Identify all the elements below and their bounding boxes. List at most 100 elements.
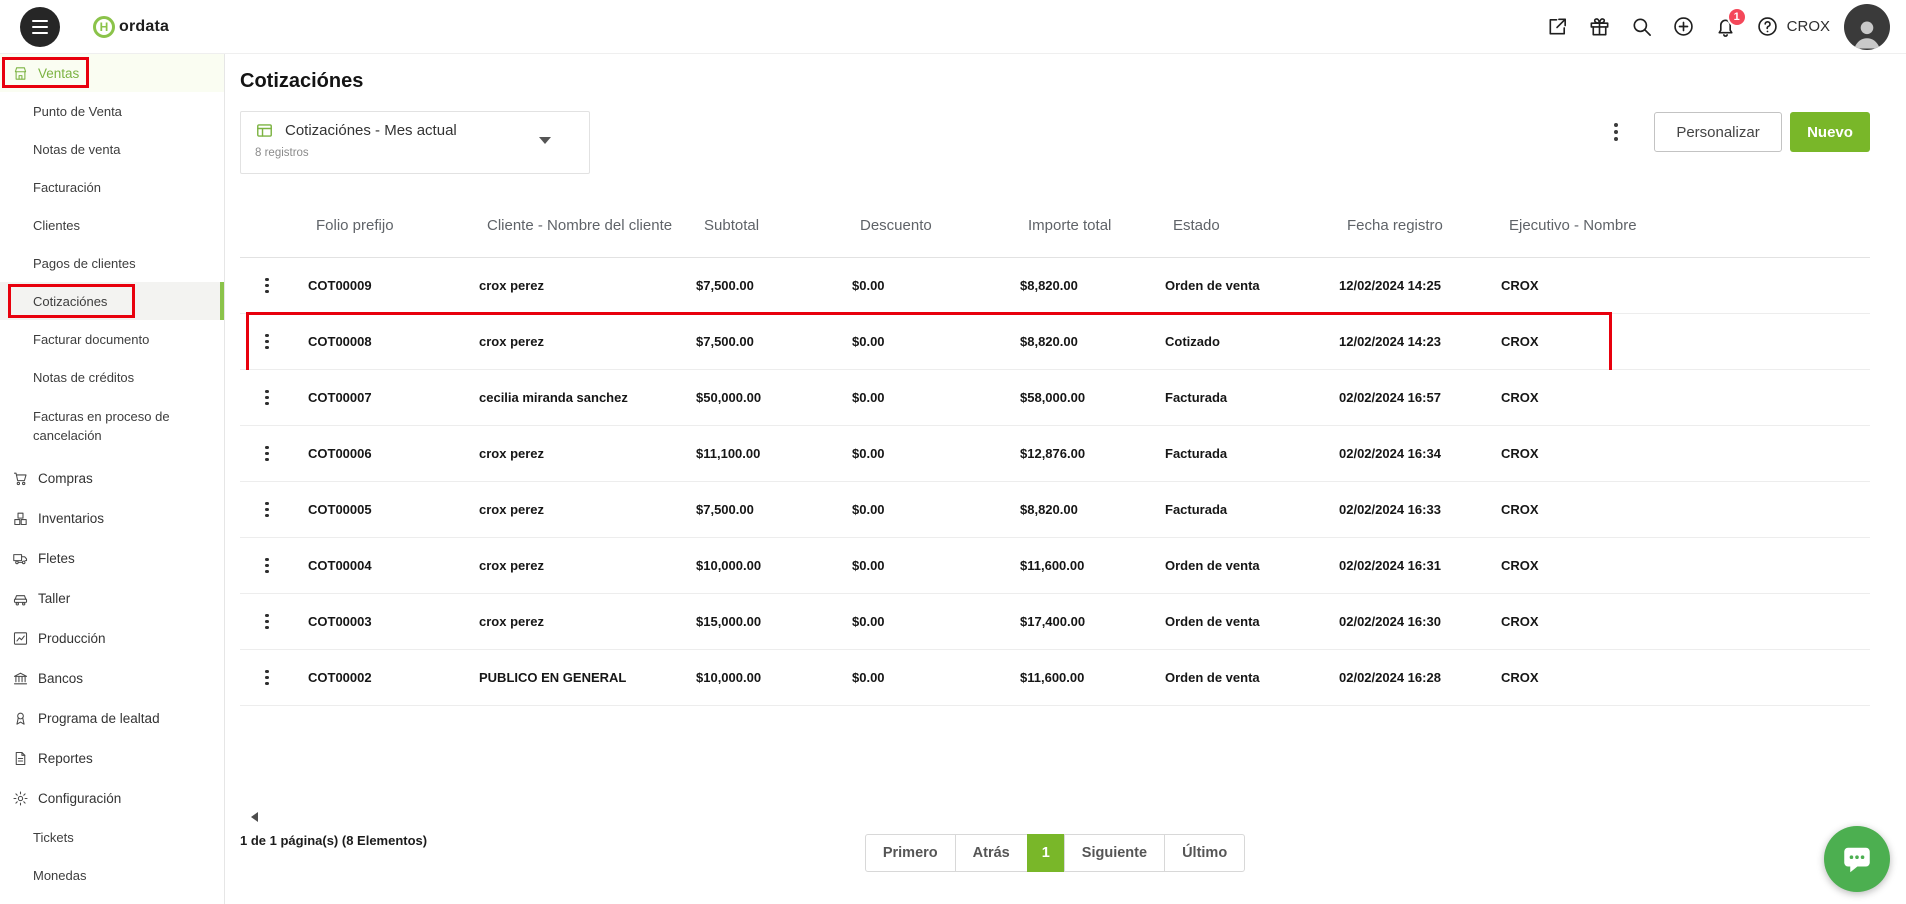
table-row-cot00007[interactable]: COT00007cecilia miranda sanchez$50,000.0… xyxy=(240,370,1870,426)
cell-estado: Orden de venta xyxy=(1163,278,1337,293)
records-count: 8 registros xyxy=(255,147,575,159)
view-selector-row: Cotizaciónes - Mes actual xyxy=(255,121,575,140)
chat-button[interactable] xyxy=(1824,826,1890,892)
sidebar-item-monedas[interactable]: Monedas xyxy=(0,856,224,894)
row-menu-button[interactable] xyxy=(256,495,278,525)
personalizar-button[interactable]: Personalizar xyxy=(1654,112,1782,152)
table-row-cot00008[interactable]: COT00008crox perez$7,500.00$0.00$8,820.0… xyxy=(240,314,1870,370)
sidebar-item-notas-de-venta[interactable]: Notas de venta xyxy=(0,130,224,168)
notifications-button[interactable]: 1 xyxy=(1714,15,1737,38)
row-menu-button[interactable] xyxy=(256,663,278,693)
cell-importe: $58,000.00 xyxy=(1018,390,1163,405)
search-button[interactable] xyxy=(1630,15,1653,38)
column-header-cliente[interactable]: Cliente - Nombre del cliente xyxy=(477,216,694,236)
cell-importe: $8,820.00 xyxy=(1018,502,1163,517)
sidebar-item-cotizaciones[interactable]: Cotizaciónes xyxy=(0,282,224,320)
cell-estado: Facturada xyxy=(1163,390,1337,405)
topbar: H ordata 1 CROX xyxy=(0,0,1906,54)
cell-cliente: crox perez xyxy=(477,334,694,349)
cell-ejecutivo: CROX xyxy=(1499,670,1870,685)
cell-cliente: crox perez xyxy=(477,446,694,461)
column-header-ejecutivo[interactable]: Ejecutivo - Nombre xyxy=(1499,216,1870,236)
row-menu-button[interactable] xyxy=(256,439,278,469)
sidebar-item-punto-de-venta[interactable]: Punto de Venta xyxy=(0,92,224,130)
sidebar-item-inventarios[interactable]: Inventarios xyxy=(0,498,224,538)
gift-button[interactable] xyxy=(1588,15,1611,38)
sidebar-item-taller[interactable]: Taller xyxy=(0,578,224,618)
caret-down-icon xyxy=(539,137,551,150)
table-row-cot00002[interactable]: COT00002PUBLICO EN GENERAL$10,000.00$0.0… xyxy=(240,650,1870,706)
sidebar-item-label: Bancos xyxy=(38,671,198,686)
page-button-primero[interactable]: Primero xyxy=(865,834,956,872)
help-button[interactable] xyxy=(1756,15,1779,38)
pagination: PrimeroAtrás1SiguienteÚltimo xyxy=(240,834,1870,872)
sidebar-item-ventas[interactable]: Ventas xyxy=(0,54,224,92)
external-link-button[interactable] xyxy=(1546,15,1569,38)
cell-fecha: 02/02/2024 16:33 xyxy=(1337,502,1499,517)
bank-icon xyxy=(12,670,29,687)
column-header-subtotal[interactable]: Subtotal xyxy=(694,216,850,236)
page-button-ultimo[interactable]: Último xyxy=(1164,834,1245,872)
cell-ejecutivo: CROX xyxy=(1499,614,1870,629)
sidebar-item-configuracion[interactable]: Configuración xyxy=(0,778,224,818)
column-header-estado[interactable]: Estado xyxy=(1163,216,1337,236)
row-menu-button[interactable] xyxy=(256,607,278,637)
scroll-left-arrow-icon[interactable] xyxy=(246,812,258,822)
menu-button[interactable] xyxy=(20,7,60,47)
table-row-cot00003[interactable]: COT00003crox perez$15,000.00$0.00$17,400… xyxy=(240,594,1870,650)
cell-fecha: 02/02/2024 16:30 xyxy=(1337,614,1499,629)
quotes-table: Folio prefijo Cliente - Nombre del clien… xyxy=(240,195,1870,706)
table-row-cot00005[interactable]: COT00005crox perez$7,500.00$0.00$8,820.0… xyxy=(240,482,1870,538)
sidebar-item-produccion[interactable]: Producción xyxy=(0,618,224,658)
sidebar-item-clientes[interactable]: Clientes xyxy=(0,206,224,244)
topbar-actions: 1 xyxy=(1546,15,1779,38)
row-menu-button[interactable] xyxy=(256,551,278,581)
cell-ejecutivo: CROX xyxy=(1499,334,1870,349)
sidebar-item-programa-de-lealtad[interactable]: Programa de lealtad xyxy=(0,698,224,738)
sidebar-item-label: Programa de lealtad xyxy=(38,711,198,726)
cell-ejecutivo: CROX xyxy=(1499,558,1870,573)
sidebar-item-compras[interactable]: Compras xyxy=(0,458,224,498)
cell-folio: COT00004 xyxy=(306,558,477,573)
sidebar-item-tickets[interactable]: Tickets xyxy=(0,818,224,856)
column-header-fecha-registro[interactable]: Fecha registro xyxy=(1337,216,1499,236)
sidebar-item-label: Fletes xyxy=(38,551,198,566)
sidebar-item-facturacion[interactable]: Facturación xyxy=(0,168,224,206)
column-header-folio[interactable]: Folio prefijo xyxy=(306,216,477,236)
view-selector-dropdown[interactable]: Cotizaciónes - Mes actual 8 registros xyxy=(240,111,590,174)
app-logo[interactable]: H ordata xyxy=(93,16,169,38)
cell-estado: Orden de venta xyxy=(1163,558,1337,573)
sidebar-item-notas-de-creditos[interactable]: Notas de créditos xyxy=(0,358,224,396)
horizontal-scrollbar[interactable] xyxy=(240,811,1870,823)
table-header-row: Folio prefijo Cliente - Nombre del clien… xyxy=(240,195,1870,258)
page-button-atras[interactable]: Atrás xyxy=(955,834,1028,872)
table-row-cot00006[interactable]: COT00006crox perez$11,100.00$0.00$12,876… xyxy=(240,426,1870,482)
column-header-importe-total[interactable]: Importe total xyxy=(1018,216,1163,236)
cell-subtotal: $50,000.00 xyxy=(694,390,850,405)
nuevo-button[interactable]: Nuevo xyxy=(1790,112,1870,152)
column-header-descuento[interactable]: Descuento xyxy=(850,216,1018,236)
row-menu-button[interactable] xyxy=(256,327,278,357)
sidebar-item-fletes[interactable]: Fletes xyxy=(0,538,224,578)
sidebar-item-pagos-de-clientes[interactable]: Pagos de clientes xyxy=(0,244,224,282)
table-options-button[interactable] xyxy=(1602,114,1630,150)
sidebar-item-reportes[interactable]: Reportes xyxy=(0,738,224,778)
page-button-1[interactable]: 1 xyxy=(1027,834,1065,872)
cell-fecha: 02/02/2024 16:31 xyxy=(1337,558,1499,573)
main-content: Cotizaciónes Cotizaciónes - Mes actual 8… xyxy=(226,54,1906,904)
user-avatar[interactable] xyxy=(1844,4,1890,50)
sidebar-item-facturar-documento[interactable]: Facturar documento xyxy=(0,320,224,358)
cell-fecha: 02/02/2024 16:28 xyxy=(1337,670,1499,685)
sidebar-item-label: Producción xyxy=(38,631,198,646)
table-row-cot00009[interactable]: COT00009crox perez$7,500.00$0.00$8,820.0… xyxy=(240,258,1870,314)
row-menu-button[interactable] xyxy=(256,383,278,413)
sidebar-item-bancos[interactable]: Bancos xyxy=(0,658,224,698)
sidebar-item-label: Monedas xyxy=(33,868,193,883)
row-menu-button[interactable] xyxy=(256,271,278,301)
sidebar-item-label: Facturación xyxy=(33,180,193,195)
table-row-cot00004[interactable]: COT00004crox perez$10,000.00$0.00$11,600… xyxy=(240,538,1870,594)
loyalty-icon xyxy=(12,710,29,727)
page-button-siguiente[interactable]: Siguiente xyxy=(1064,834,1165,872)
new-item-button[interactable] xyxy=(1672,15,1695,38)
sidebar-item-facturas-en-proceso-de-cancelacion[interactable]: Facturas en proceso de cancelación xyxy=(0,396,224,458)
